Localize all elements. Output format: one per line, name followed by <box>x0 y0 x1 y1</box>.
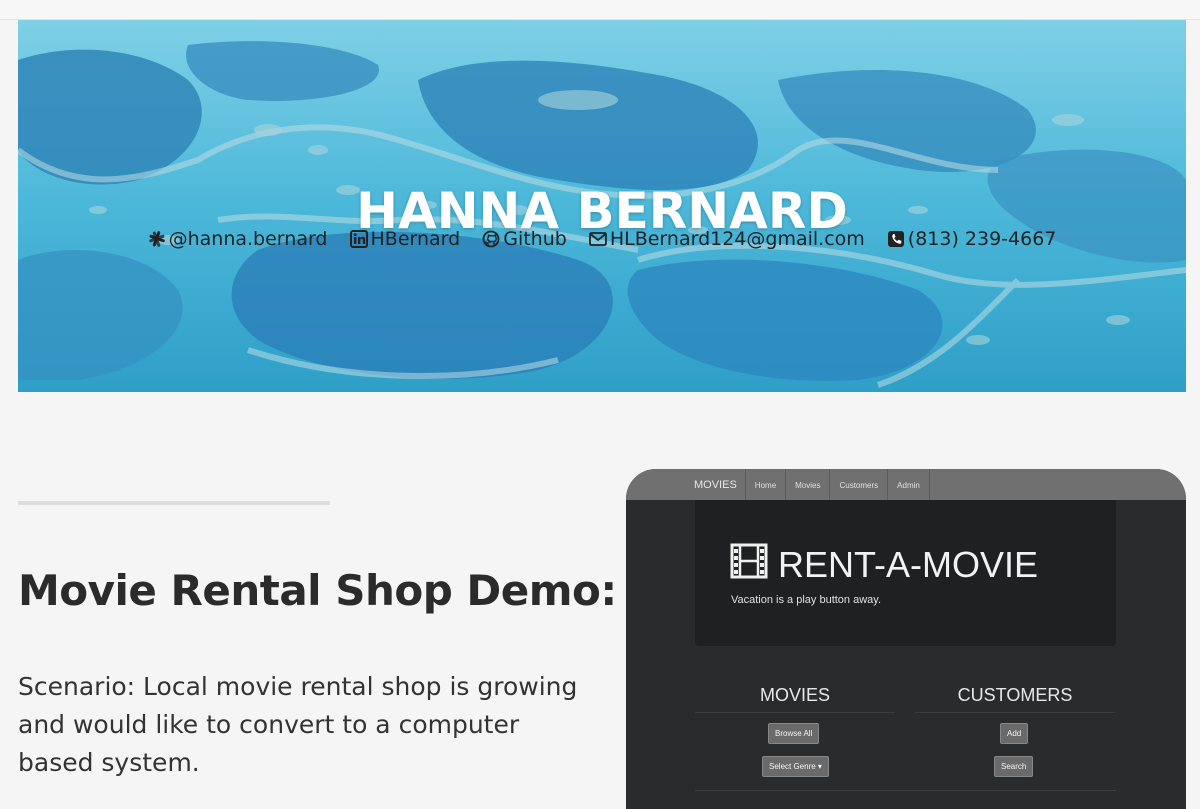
mock-nav-movies: Movies <box>785 469 829 500</box>
contact-links: @hanna.bernard HBernard Github HLBernard… <box>18 228 1186 250</box>
mock-search-button: Search <box>994 756 1034 777</box>
mock-nav-brand: MOVIES <box>694 479 737 491</box>
email-address: HLBernard124@gmail.com <box>609 228 865 250</box>
mock-customers-divider <box>915 712 1115 713</box>
linkedin-handle: HBernard <box>370 228 461 250</box>
mock-nav-home: Home <box>744 469 785 500</box>
browser-top-strip <box>0 0 1200 20</box>
github-icon <box>482 230 500 248</box>
mock-tagline: Vacation is a play button away. <box>731 594 882 606</box>
project-title: Movie Rental Shop Demo: <box>18 566 617 615</box>
film-icon <box>730 543 768 579</box>
mock-nav-customers: Customers <box>829 469 887 500</box>
linkedin-link[interactable]: HBernard <box>349 228 461 250</box>
github-link[interactable]: Github <box>482 228 567 250</box>
mock-add-button: Add <box>1000 723 1029 744</box>
slack-handle: @hanna.bernard <box>168 228 328 250</box>
mock-movies-heading: MOVIES <box>759 685 830 705</box>
linkedin-icon <box>349 230 368 248</box>
mock-customers-heading: CUSTOMERS <box>957 685 1073 705</box>
slack-icon <box>148 231 165 247</box>
email-link[interactable]: HLBernard124@gmail.com <box>588 228 865 250</box>
mock-site-title: RENT-A-MOVIE <box>778 544 1039 585</box>
github-label: Github <box>503 228 567 250</box>
phone-icon <box>887 231 904 247</box>
mock-nav-admin: Admin <box>887 469 930 500</box>
hero-banner: HANNA BERNARD @hanna.bernard HBernard Gi… <box>18 20 1186 392</box>
project-scenario: Scenario: Local movie rental shop is gro… <box>18 672 578 777</box>
mock-select-genre-button: Select Genre ▾ <box>762 756 829 777</box>
phone-number: (813) 239-4667 <box>907 228 1057 250</box>
mock-movies-divider <box>695 712 895 713</box>
section-divider <box>18 501 330 505</box>
mock-browse-all-button: Browse All <box>768 723 820 744</box>
phone-link[interactable]: (813) 239-4667 <box>887 228 1057 250</box>
envelope-icon <box>588 232 607 246</box>
mock-footer-divider <box>695 790 1116 791</box>
slack-link[interactable]: @hanna.bernard <box>148 228 328 250</box>
project-screenshot[interactable]: MOVIES Home Movies Customers Admin RENT-… <box>626 469 1186 809</box>
mock-navbar: MOVIES Home Movies Customers Admin <box>626 469 1186 500</box>
